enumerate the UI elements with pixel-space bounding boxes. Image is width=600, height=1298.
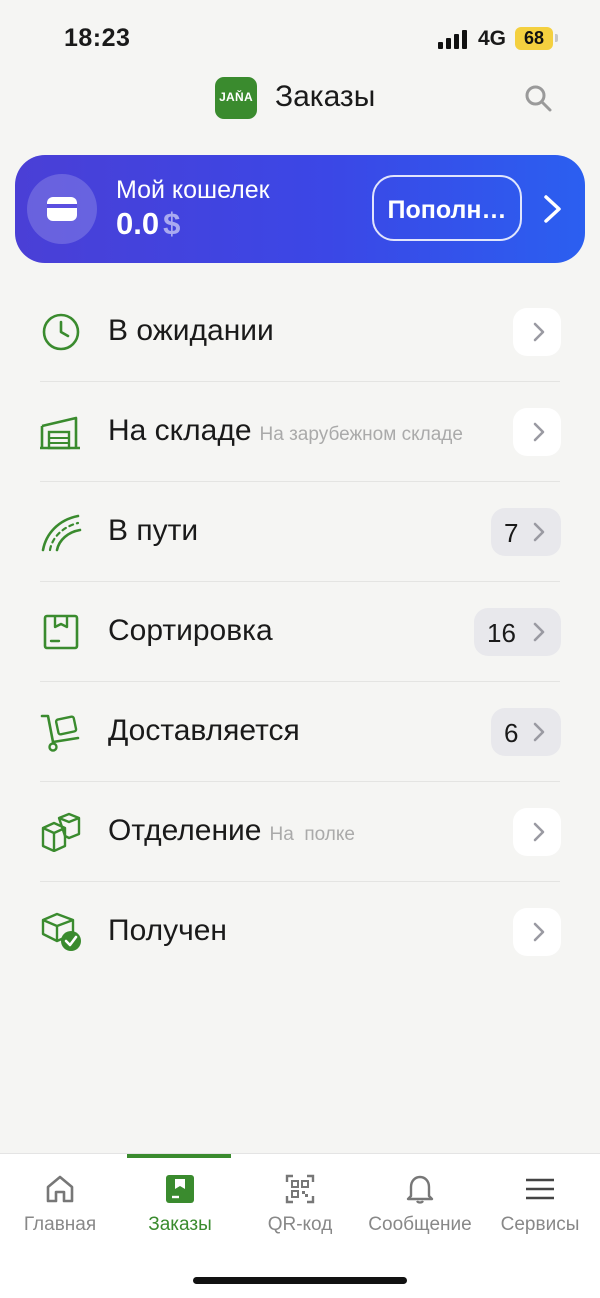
order-row-received[interactable]: Получен — [0, 882, 600, 982]
status-bar: 18:23 4G 68 — [0, 0, 600, 76]
orders-icon — [166, 1175, 194, 1203]
clock-icon — [42, 313, 80, 351]
tab-home[interactable]: Главная — [0, 1154, 120, 1254]
tab-messages[interactable]: Сообщение — [360, 1154, 480, 1254]
order-row-in-transit[interactable]: В пути 7 — [0, 482, 600, 582]
order-row-branch[interactable]: Отделение На полке — [0, 782, 600, 882]
tab-orders[interactable]: Заказы — [120, 1154, 240, 1254]
battery-tip — [555, 34, 558, 42]
order-row-warehouse[interactable]: На складе На зарубежном складе — [0, 382, 600, 482]
order-row-label: В ожидании — [108, 314, 274, 347]
chevron-right-icon — [533, 422, 545, 442]
order-row-hint: На зарубежном складе — [259, 424, 463, 445]
chevron-right-icon — [533, 622, 545, 642]
status-time: 18:23 — [64, 24, 131, 52]
chevron-right-icon — [533, 722, 545, 742]
order-count: 7 — [504, 518, 519, 548]
order-row-arrow[interactable] — [513, 908, 561, 956]
packages-icon — [41, 812, 81, 852]
bell-icon — [406, 1175, 434, 1204]
home-indicator — [193, 1277, 407, 1284]
order-row-label: Отделение На полке — [108, 814, 355, 847]
tab-label: Заказы — [148, 1214, 212, 1235]
wallet-card[interactable]: Мой кошелек 0.0 $ Пополн… — [15, 155, 585, 263]
chevron-right-icon — [533, 822, 545, 842]
chevron-right-icon — [533, 522, 545, 542]
package-check-icon — [41, 912, 81, 951]
wallet-currency: $ — [163, 206, 181, 241]
wallet-amount: 0.0 — [116, 206, 160, 241]
search-icon[interactable] — [524, 84, 552, 112]
wallet-balance: 0.0 $ — [116, 206, 180, 242]
chevron-right-icon[interactable] — [541, 194, 563, 224]
tab-qr-code[interactable]: QR-код — [240, 1154, 360, 1254]
home-icon — [46, 1175, 74, 1203]
chevron-right-icon — [533, 922, 545, 942]
order-count: 6 — [504, 718, 519, 748]
tab-label: Главная — [23, 1214, 97, 1235]
order-row-arrow[interactable] — [513, 308, 561, 356]
order-row-hint: На полке — [269, 824, 355, 845]
order-row-pending[interactable]: В ожидании — [0, 282, 600, 382]
warehouse-icon — [40, 416, 80, 450]
tab-services[interactable]: Сервисы — [480, 1154, 600, 1254]
order-row-delivering[interactable]: Доставляется 6 — [0, 682, 600, 782]
order-row-count-pill[interactable]: 6 — [491, 708, 561, 756]
order-row-label: Получен — [108, 914, 227, 947]
wallet-icon — [27, 174, 97, 244]
tab-label: QR-код — [267, 1214, 333, 1235]
order-row-count-pill[interactable]: 16 — [474, 608, 561, 656]
order-row-arrow[interactable] — [513, 808, 561, 856]
tab-label: Сообщение — [368, 1214, 472, 1235]
tab-label: Сервисы — [500, 1214, 580, 1235]
battery-icon: 68 — [515, 27, 553, 50]
qr-code-icon — [285, 1174, 315, 1204]
topup-button[interactable]: Пополн… — [372, 175, 522, 241]
order-row-label: Сортировка — [108, 614, 273, 647]
page-title: Заказы — [275, 80, 376, 113]
road-icon — [41, 514, 82, 552]
order-row-count-pill[interactable]: 7 — [491, 508, 561, 556]
signal-icon — [438, 29, 470, 49]
order-row-label: Доставляется — [108, 714, 300, 747]
chevron-right-icon — [533, 322, 545, 342]
order-row-label: На складе На зарубежном складе — [108, 414, 463, 447]
network-type: 4G — [478, 27, 507, 50]
box-icon — [43, 614, 79, 650]
hand-truck-icon — [40, 714, 80, 752]
page-header: JAŇA Заказы — [0, 76, 600, 122]
order-row-label: В пути — [108, 514, 199, 547]
order-row-arrow[interactable] — [513, 408, 561, 456]
app-logo: JAŇA — [215, 77, 257, 119]
menu-icon — [526, 1178, 554, 1200]
order-count: 16 — [487, 618, 516, 648]
order-row-sorting[interactable]: Сортировка 16 — [0, 582, 600, 682]
wallet-label: Мой кошелек — [116, 176, 270, 204]
